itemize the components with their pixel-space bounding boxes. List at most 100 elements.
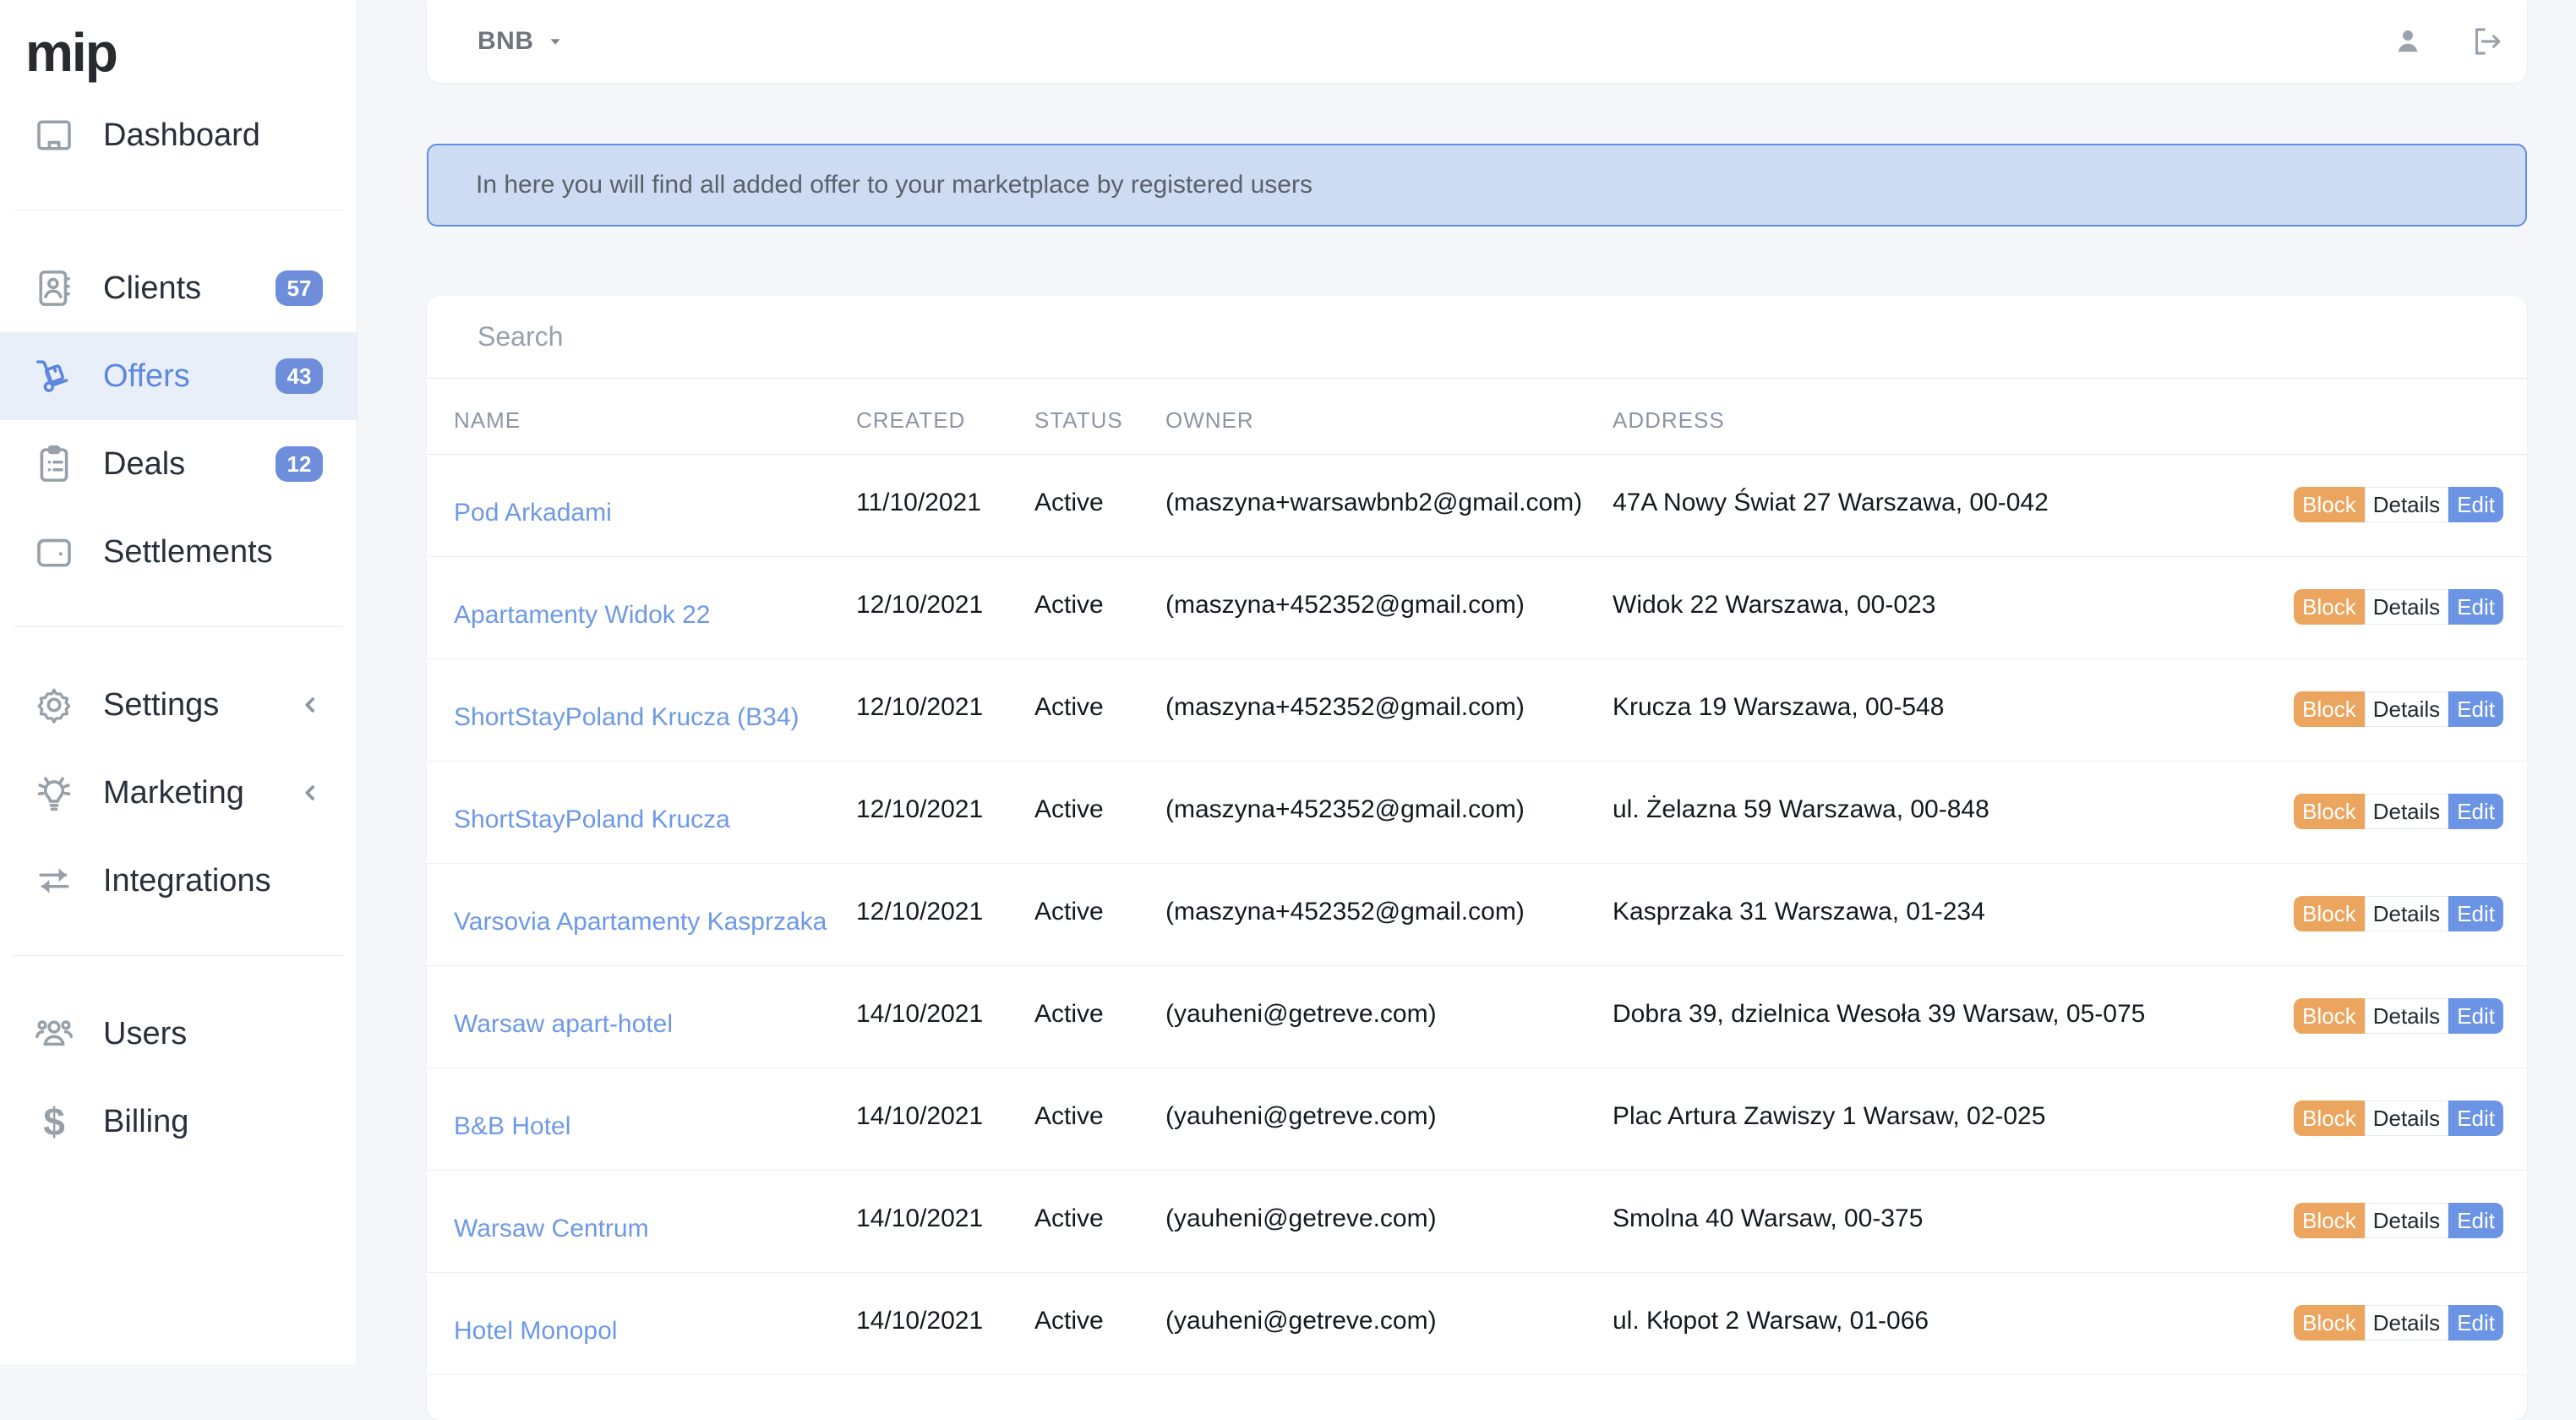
sidebar-item-label: Deals [103, 446, 185, 483]
clients-icon [30, 265, 78, 312]
row-actions: Block Details Edit [2255, 557, 2527, 658]
offer-owner: (maszyna+452352@gmail.com) [1165, 864, 1613, 965]
block-button[interactable]: Block [2294, 896, 2365, 931]
table-body: Pod Arkadami 11/10/2021 Active (maszyna+… [427, 455, 2527, 1375]
info-banner-text: In here you will find all added offer to… [476, 171, 1313, 199]
offer-name-link[interactable]: Warsaw Centrum [454, 1215, 649, 1242]
sidebar-divider [14, 626, 343, 627]
deals-icon [30, 440, 78, 488]
offer-name-link[interactable]: Apartamenty Widok 22 [454, 601, 710, 629]
column-header-address: ADDRESS [1613, 379, 2255, 454]
deals-count-badge: 12 [276, 446, 323, 482]
offer-name-link[interactable]: Hotel Monopol [454, 1317, 617, 1345]
offers-table-card: NAME CREATED STATUS OWNER ADDRESS Pod Ar… [427, 296, 2527, 1420]
table-row: Warsaw apart-hotel 14/10/2021 Active (ya… [427, 966, 2527, 1068]
block-button[interactable]: Block [2294, 1305, 2365, 1341]
edit-button[interactable]: Edit [2448, 794, 2503, 829]
row-actions: Block Details Edit [2255, 659, 2527, 761]
block-button[interactable]: Block [2294, 487, 2365, 522]
sidebar-item-billing[interactable]: $ Billing [0, 1078, 357, 1166]
details-button[interactable]: Details [2365, 896, 2448, 931]
row-actions: Block Details Edit [2255, 1273, 2527, 1374]
block-button[interactable]: Block [2294, 794, 2365, 829]
search-input[interactable] [478, 321, 2476, 352]
edit-button[interactable]: Edit [2448, 1203, 2503, 1238]
users-icon [30, 1010, 78, 1057]
offer-name-link[interactable]: Warsaw apart-hotel [454, 1010, 673, 1038]
row-actions: Block Details Edit [2255, 1171, 2527, 1272]
offer-owner: (yauheni@getreve.com) [1165, 1068, 1613, 1170]
offer-status: Active [1034, 557, 1165, 658]
offer-name-link[interactable]: Pod Arkadami [454, 499, 612, 527]
row-actions: Block Details Edit [2255, 1068, 2527, 1170]
row-actions: Block Details Edit [2255, 455, 2527, 556]
edit-button[interactable]: Edit [2448, 589, 2503, 625]
edit-button[interactable]: Edit [2448, 1100, 2503, 1136]
column-header-created: CREATED [856, 379, 1034, 454]
offer-name-link[interactable]: Varsovia Apartamenty Kasprzaka [454, 908, 827, 936]
offer-owner: (yauheni@getreve.com) [1165, 1171, 1613, 1272]
dashboard-icon [30, 112, 78, 159]
offer-address: Plac Artura Zawiszy 1 Warsaw, 02-025 [1613, 1068, 2255, 1170]
sidebar: mip Dashboard Clients 57 Offers 43 [0, 0, 357, 1364]
details-button[interactable]: Details [2365, 1100, 2448, 1136]
table-row: Warsaw Centrum 14/10/2021 Active (yauhen… [427, 1171, 2527, 1273]
column-header-owner: OWNER [1165, 379, 1613, 454]
chevron-down-icon [546, 32, 565, 51]
offer-owner: (yauheni@getreve.com) [1165, 966, 1613, 1068]
details-button[interactable]: Details [2365, 794, 2448, 829]
details-button[interactable]: Details [2365, 691, 2448, 727]
sidebar-item-users[interactable]: Users [0, 990, 357, 1078]
sidebar-item-offers[interactable]: Offers 43 [0, 332, 357, 420]
table-header: NAME CREATED STATUS OWNER ADDRESS [427, 379, 2527, 455]
details-button[interactable]: Details [2365, 998, 2448, 1034]
block-button[interactable]: Block [2294, 998, 2365, 1034]
block-button[interactable]: Block [2294, 1100, 2365, 1136]
offer-status: Active [1034, 762, 1165, 863]
offer-status: Active [1034, 455, 1165, 556]
block-button[interactable]: Block [2294, 691, 2365, 727]
sidebar-item-integrations[interactable]: Integrations [0, 837, 357, 925]
table-row: Hotel Monopol 14/10/2021 Active (yauheni… [427, 1273, 2527, 1375]
block-button[interactable]: Block [2294, 1203, 2365, 1238]
clients-count-badge: 57 [276, 270, 323, 306]
logout-icon[interactable] [2468, 24, 2503, 59]
offer-created: 12/10/2021 [856, 864, 1034, 965]
offer-status: Active [1034, 864, 1165, 965]
user-profile-icon[interactable] [2390, 24, 2426, 59]
offer-name-link[interactable]: B&B Hotel [454, 1112, 570, 1140]
edit-button[interactable]: Edit [2448, 487, 2503, 522]
offer-address: Dobra 39, dzielnica Wesoła 39 Warsaw, 05… [1613, 966, 2255, 1068]
sidebar-item-deals[interactable]: Deals 12 [0, 420, 357, 508]
sidebar-item-settlements[interactable]: Settlements [0, 508, 357, 596]
edit-button[interactable]: Edit [2448, 1305, 2503, 1341]
offer-created: 14/10/2021 [856, 1171, 1034, 1272]
details-button[interactable]: Details [2365, 1305, 2448, 1341]
table-row: Pod Arkadami 11/10/2021 Active (maszyna+… [427, 455, 2527, 557]
offer-address: Krucza 19 Warszawa, 00-548 [1613, 659, 2255, 761]
details-button[interactable]: Details [2365, 487, 2448, 522]
sidebar-item-label: Offers [103, 358, 190, 395]
edit-button[interactable]: Edit [2448, 691, 2503, 727]
offer-address: Kasprzaka 31 Warszawa, 01-234 [1613, 864, 2255, 965]
offer-created: 12/10/2021 [856, 557, 1034, 658]
sidebar-item-settings[interactable]: Settings [0, 661, 357, 749]
offer-name-link[interactable]: ShortStayPoland Krucza [454, 806, 730, 833]
sidebar-item-marketing[interactable]: Marketing [0, 749, 357, 837]
block-button[interactable]: Block [2294, 589, 2365, 625]
market-dropdown[interactable]: BNB [478, 27, 565, 56]
column-header-name: NAME [454, 379, 856, 454]
sidebar-item-dashboard[interactable]: Dashboard [0, 91, 357, 179]
offer-owner: (maszyna+452352@gmail.com) [1165, 762, 1613, 863]
offer-name-link[interactable]: ShortStayPoland Krucza (B34) [454, 703, 800, 731]
app-logo: mip [0, 0, 357, 79]
edit-button[interactable]: Edit [2448, 998, 2503, 1034]
offer-status: Active [1034, 966, 1165, 1068]
sidebar-item-clients[interactable]: Clients 57 [0, 244, 357, 332]
offer-status: Active [1034, 659, 1165, 761]
offer-created: 14/10/2021 [856, 1273, 1034, 1374]
edit-button[interactable]: Edit [2448, 896, 2503, 931]
details-button[interactable]: Details [2365, 1203, 2448, 1238]
offer-status: Active [1034, 1273, 1165, 1374]
details-button[interactable]: Details [2365, 589, 2448, 625]
